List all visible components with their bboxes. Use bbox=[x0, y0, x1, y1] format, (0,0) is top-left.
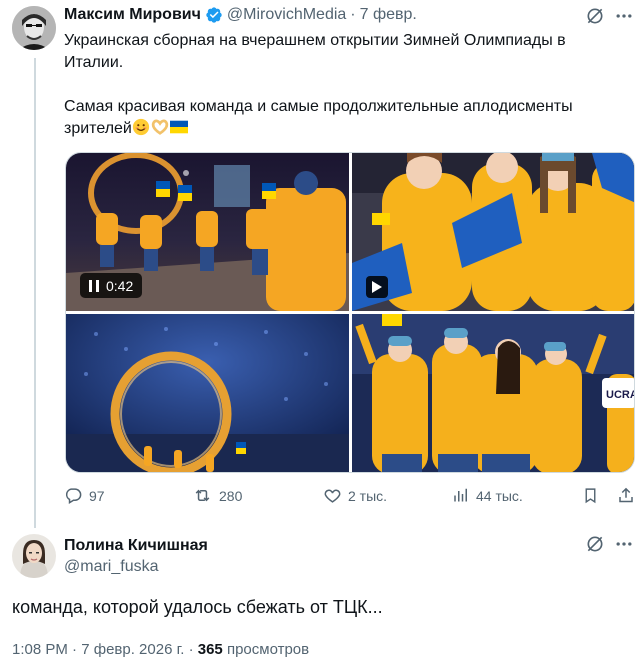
bookmark-icon bbox=[585, 488, 596, 504]
author-name[interactable]: Максим Мирович bbox=[64, 6, 201, 24]
meta-separator-2: · bbox=[188, 641, 194, 658]
thread-connector-line bbox=[34, 58, 36, 528]
bookmark-button[interactable] bbox=[582, 486, 599, 505]
ukraine-flag-emoji-icon bbox=[169, 120, 188, 134]
tweet-text-paragraph-1: Украинская сборная на вчерашнем открытии… bbox=[64, 32, 566, 71]
reply-more-icon[interactable] bbox=[614, 534, 634, 554]
author-handle[interactable]: @MirovichMedia bbox=[227, 6, 346, 24]
reply-date[interactable]: 7 февр. 2026 г. bbox=[81, 641, 184, 658]
more-icon[interactable] bbox=[614, 6, 634, 26]
tweet-actions-bar: 97 280 2 тыс. 44 тыс. bbox=[64, 486, 636, 510]
reply-author-avatar[interactable] bbox=[12, 534, 56, 578]
media-video[interactable]: 0:42 bbox=[66, 153, 349, 311]
reply-text: команда, которой удалось сбежать от ТЦК.… bbox=[12, 597, 383, 617]
play-button[interactable] bbox=[366, 276, 388, 298]
repost-button[interactable]: 280 bbox=[192, 486, 242, 505]
reply-views-label: просмотров bbox=[226, 641, 310, 658]
reply-icon bbox=[65, 488, 82, 504]
tweet-date[interactable]: 7 февр. bbox=[360, 6, 417, 24]
video-duration: 0:42 bbox=[106, 277, 134, 294]
media-image-2[interactable] bbox=[352, 153, 634, 311]
share-icon bbox=[619, 487, 633, 503]
team-sign-text: UCRA bbox=[606, 389, 635, 401]
author-avatar[interactable] bbox=[12, 6, 56, 50]
play-icon bbox=[372, 281, 382, 293]
repost-icon bbox=[195, 489, 210, 502]
video-duration-badge[interactable]: 0:42 bbox=[80, 273, 143, 298]
views-count: 44 тыс. bbox=[476, 487, 523, 504]
repost-count: 280 bbox=[219, 487, 243, 504]
heart-hands-emoji-icon bbox=[151, 119, 169, 135]
like-icon bbox=[324, 489, 341, 503]
smiling-face-emoji-icon bbox=[132, 118, 149, 136]
tweet-text-paragraph-2: Самая красивая команда и самые продолжит… bbox=[64, 96, 624, 140]
reply-grok-icon[interactable] bbox=[585, 534, 605, 554]
reply-meta: 1:08 PM · 7 февр. 2026 г. · 365 просмотр… bbox=[12, 641, 309, 658]
pause-icon[interactable] bbox=[89, 279, 99, 292]
tweet-header: Максим Мирович @MirovichMedia · 7 февр. bbox=[64, 6, 417, 24]
like-count: 2 тыс. bbox=[348, 487, 388, 504]
reply-author-handle[interactable]: @mari_fuska bbox=[64, 558, 159, 576]
media-image-3[interactable] bbox=[66, 314, 349, 472]
like-button[interactable]: 2 тыс. bbox=[323, 486, 387, 505]
media-grid[interactable]: 0:42 UCRA bbox=[65, 152, 635, 473]
separator-dot: · bbox=[350, 6, 356, 23]
views-icon bbox=[454, 488, 467, 502]
media-image-4[interactable]: UCRA bbox=[352, 314, 635, 472]
reply-button[interactable]: 97 bbox=[64, 486, 105, 505]
reply-author-name[interactable]: Полина Кичишная bbox=[64, 537, 208, 555]
views-button[interactable]: 44 тыс. bbox=[452, 486, 523, 505]
verified-badge-icon[interactable] bbox=[205, 6, 223, 24]
reply-views-count: 365 bbox=[197, 641, 223, 658]
share-button[interactable] bbox=[617, 486, 635, 505]
reply-time[interactable]: 1:08 PM bbox=[12, 641, 68, 658]
reply-count: 97 bbox=[89, 487, 105, 504]
meta-separator-1: · bbox=[72, 641, 78, 658]
grok-icon[interactable] bbox=[585, 6, 605, 26]
tweet-text: Украинская сборная на вчерашнем открытии… bbox=[64, 30, 624, 140]
